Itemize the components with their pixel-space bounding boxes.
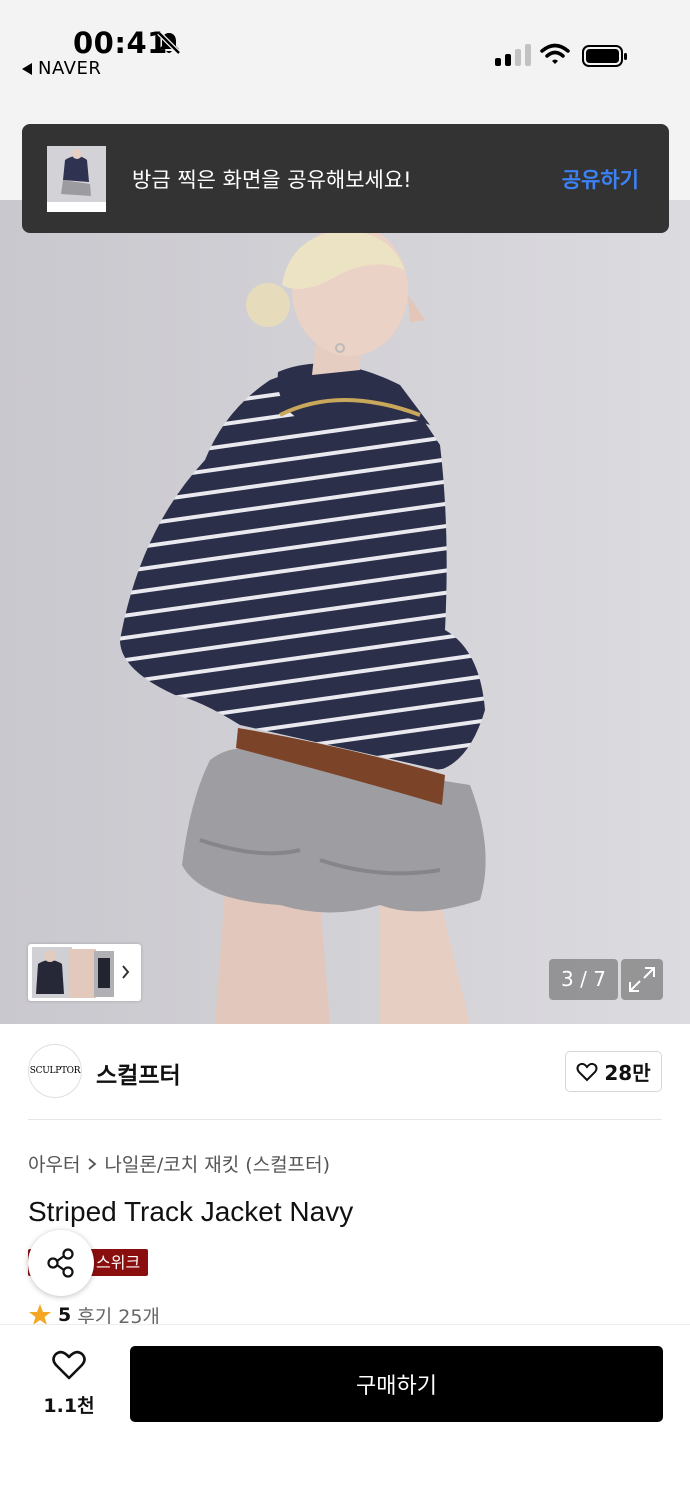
brand-like-count: 28만: [604, 1061, 651, 1085]
breadcrumb-category[interactable]: 아우터: [28, 1150, 80, 1177]
battery-icon: [582, 45, 627, 67]
product-image[interactable]: [0, 200, 690, 1024]
back-app-label: NAVER: [38, 58, 102, 79]
breadcrumb-subcategory[interactable]: 나일론/코치 재킷 (스컬프터): [104, 1150, 330, 1177]
heart-icon: [52, 1350, 86, 1380]
expand-button[interactable]: [621, 959, 663, 1000]
share-button[interactable]: [28, 1230, 94, 1296]
share-icon: [47, 1248, 74, 1278]
wish-count: 1.1천: [43, 1395, 95, 1417]
toast-screenshot-thumbnail: [47, 146, 106, 212]
heart-icon: [576, 1062, 598, 1081]
bottom-action-bar: 1.1천 구매하기: [0, 1324, 690, 1500]
expand-icon: [629, 967, 655, 992]
back-to-app[interactable]: NAVER: [22, 58, 101, 79]
gallery-counter: 3 / 7: [549, 959, 618, 1000]
back-arrow-icon: [22, 62, 32, 75]
chevron-right-icon: [88, 1157, 97, 1170]
wish-button[interactable]: 1.1천: [42, 1349, 96, 1418]
breadcrumb: 아우터 나일론/코치 재킷 (스컬프터): [28, 1150, 330, 1177]
brand-logo[interactable]: SCULPTOR: [28, 1044, 82, 1098]
wifi-icon: [540, 43, 570, 64]
gallery-thumbnails[interactable]: [28, 944, 141, 1001]
brand-like-button[interactable]: 28만: [565, 1051, 662, 1092]
divider: [28, 1119, 662, 1120]
rating-score: 5: [58, 1304, 72, 1326]
toast-share-button[interactable]: 공유하기: [562, 164, 639, 194]
product-title: Striped Track Jacket Navy: [28, 1196, 354, 1227]
brand-name[interactable]: 스컬프터: [96, 1056, 181, 1090]
toast-message: 방금 찍은 화면을 공유해보세요!: [132, 168, 412, 192]
signal-icon: [495, 44, 531, 66]
status-time: 00:41: [73, 26, 168, 60]
chevron-right-icon: [122, 965, 130, 979]
share-toast: 방금 찍은 화면을 공유해보세요! 공유하기: [22, 124, 669, 233]
bell-slash-icon: [157, 31, 181, 55]
buy-button[interactable]: 구매하기: [130, 1346, 663, 1422]
